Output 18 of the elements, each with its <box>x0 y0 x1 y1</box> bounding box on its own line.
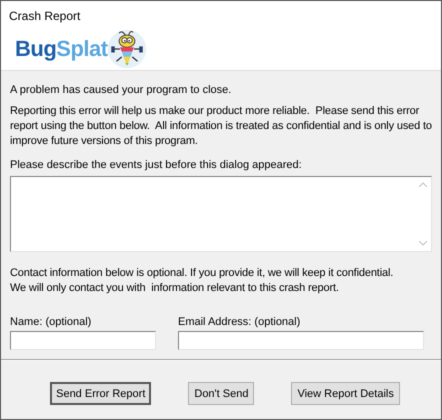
scroll-up-icon[interactable] <box>418 182 426 187</box>
logo-text: Bug <box>15 38 56 60</box>
dialog-button[interactable]: Don't Send <box>188 382 254 405</box>
window-title: Crash Report <box>8 8 82 25</box>
contact-note: Contact information below is optional. If you provide it, we will keep it confidential. <box>10 266 394 281</box>
dialog-button[interactable]: View Report Details <box>291 382 400 405</box>
dialog-button[interactable]: Send Error Report <box>50 382 152 405</box>
input-field[interactable] <box>10 331 156 350</box>
logo-text: Splat <box>56 38 108 60</box>
scroll-down-icon[interactable] <box>418 241 426 246</box>
explanation-text: Reporting this error will help us make our product more reliable. Please send this error report using the button below. All information is treated as confidential and is only used to improve future versions of this program. <box>10 104 432 149</box>
description-label: Please describe the events just before this dialog appeared: <box>10 158 303 173</box>
field-label: Email Address: (optional) <box>178 316 302 328</box>
field-label: Name: (optional) <box>10 316 92 328</box>
contact-note: We will only contact you with information relevant to this crash report. <box>10 281 340 296</box>
description-field[interactable] <box>10 176 432 252</box>
intro-text: A problem has caused your program to close. <box>10 83 232 98</box>
input-field[interactable] <box>178 331 424 350</box>
